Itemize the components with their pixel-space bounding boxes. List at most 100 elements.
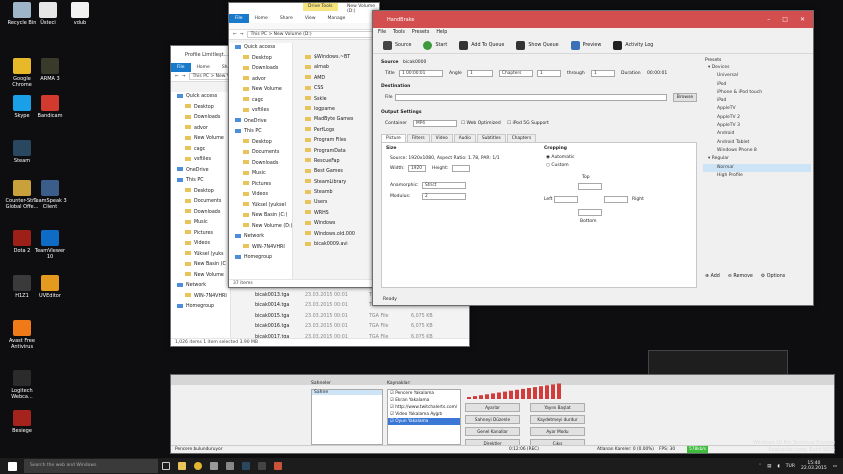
source-item[interactable]: ☑ http://www.twitchalerts.com/ <box>388 404 460 411</box>
nav-item[interactable]: advor <box>229 75 292 86</box>
preset-item[interactable]: iPad <box>703 97 811 105</box>
ribbon-tab-manage[interactable]: Manage <box>322 16 352 21</box>
nav-item[interactable]: New Volume <box>229 85 292 96</box>
forward-arrow-icon[interactable]: → <box>182 74 186 79</box>
desktop-icon[interactable]: vdub <box>62 2 98 26</box>
add-to-queue-button[interactable]: Add To Queue <box>459 40 504 50</box>
file-list-item[interactable]: $Windows.~BT <box>299 53 379 63</box>
destination-file-input[interactable] <box>395 94 667 101</box>
preset-item[interactable]: Android Tablet <box>703 139 811 147</box>
source-item[interactable]: ☑ Oyun Yakalama <box>388 418 460 425</box>
nav-item[interactable]: Quick access <box>229 43 292 54</box>
chapters-select[interactable]: Chapters <box>499 70 533 77</box>
desktop-icon[interactable]: Avast Free Antivirus <box>4 320 40 350</box>
maximize-icon[interactable]: □ <box>782 16 788 23</box>
nav-item[interactable]: Homegroup <box>171 302 230 313</box>
file-list-item[interactable]: Windows <box>299 219 379 229</box>
scene-item[interactable]: Sahne <box>312 390 382 395</box>
preset-item[interactable]: AppleTV <box>703 105 811 113</box>
nav-item[interactable]: Downloads <box>171 208 230 219</box>
tab-chapters[interactable]: Chapters <box>506 134 537 142</box>
preset-group[interactable]: ▾ Regular <box>703 155 811 163</box>
preset-item[interactable]: Windows Phone 8 <box>703 147 811 155</box>
crop-custom-radio[interactable]: ○ Custom <box>546 163 569 168</box>
options-button[interactable]: ⚙ Options <box>761 274 785 279</box>
file-list-item[interactable]: Users <box>299 198 379 208</box>
preset-item[interactable]: AppleTV 3 <box>703 122 811 130</box>
nav-item[interactable]: Yüksel (yuksel <box>229 201 292 212</box>
file-row[interactable]: bicak0015.tga 23.03.2015 00:01 TGA File 6,0… <box>249 312 469 322</box>
recorder-button[interactable]: Ayarlar <box>465 403 520 412</box>
file-list-item[interactable]: Best Games <box>299 167 379 177</box>
nav-item[interactable]: This PC <box>229 127 292 138</box>
drive-tools-tab[interactable]: Drive Tools <box>303 3 338 11</box>
menu-file[interactable]: File <box>378 30 386 35</box>
desktop-icon[interactable]: TeamViewer 10 <box>32 230 68 260</box>
handbrake-taskbar-icon[interactable] <box>270 458 286 474</box>
file-list-item[interactable]: PerfLogs <box>299 126 379 136</box>
crop-bottom-input[interactable] <box>578 209 602 216</box>
file-list-item[interactable]: CSS <box>299 84 379 94</box>
file-list-item[interactable]: Sskle <box>299 95 379 105</box>
nav-item[interactable]: This PC <box>171 176 230 187</box>
add-preset-button[interactable]: ⊕ Add <box>705 274 720 279</box>
back-arrow-icon[interactable]: ← <box>175 74 179 79</box>
file-list-item[interactable]: SteamLibrary <box>299 178 379 188</box>
file-list-item[interactable]: almab <box>299 63 379 73</box>
file-list-item[interactable]: Program Files <box>299 136 379 146</box>
preset-item[interactable]: Universal <box>703 72 811 80</box>
obs-taskbar-icon[interactable] <box>254 458 270 474</box>
nav-item[interactable]: advor <box>171 124 230 135</box>
ribbon-tab-file[interactable]: File <box>171 63 191 72</box>
nav-item[interactable]: New Basin (C:) <box>229 211 292 222</box>
preset-item[interactable]: AppleTV 2 <box>703 114 811 122</box>
remove-preset-button[interactable]: ⊖ Remove <box>728 274 753 279</box>
crop-left-input[interactable] <box>554 196 578 203</box>
nav-item[interactable]: cagc <box>171 145 230 156</box>
explorer-front-titlebar[interactable]: Drive Tools New Volume (D:) <box>229 3 379 14</box>
nav-item[interactable]: Videos <box>171 239 230 250</box>
nav-item[interactable]: Network <box>171 281 230 292</box>
start-button[interactable]: Start <box>423 40 447 50</box>
nav-item[interactable]: vsftiles <box>171 155 230 166</box>
tab-audio[interactable]: Audio <box>453 134 476 142</box>
file-list-item[interactable]: logpame <box>299 105 379 115</box>
file-list-item[interactable]: Steamb <box>299 188 379 198</box>
desktop-icon[interactable]: Üsteci <box>30 2 66 26</box>
file-list-item[interactable]: ProgramData <box>299 147 379 157</box>
file-list-item[interactable]: MadByte Games <box>299 115 379 125</box>
title-select[interactable]: 1 00:00:01 <box>399 70 443 77</box>
angle-select[interactable]: 1 <box>467 70 493 77</box>
web-optimized-checkbox[interactable]: ☐ Web Optimized <box>461 121 501 126</box>
tab-video[interactable]: Video <box>430 134 453 142</box>
nav-item[interactable]: OneDrive <box>171 166 230 177</box>
nav-item[interactable]: Homegroup <box>229 253 292 264</box>
menu-help[interactable]: Help <box>436 30 447 35</box>
nav-item[interactable]: New Volume <box>171 134 230 145</box>
nav-item[interactable]: New Basin (C <box>171 260 230 271</box>
sources-list[interactable]: ☑ Pencere Yakalama ☑ Ekran Yakalama ☑ http… <box>387 389 461 445</box>
recorder-button[interactable]: Sahneyi Düzenle <box>465 415 520 424</box>
menu-presets[interactable]: Presets <box>412 30 429 35</box>
close-icon[interactable]: ✕ <box>800 16 805 23</box>
nav-item[interactable]: Videos <box>229 190 292 201</box>
nav-item[interactable]: WIN-7N4VHRI <box>229 243 292 254</box>
desktop-icon[interactable]: UVEditor <box>32 275 68 299</box>
desktop-icon[interactable]: Bandicam <box>32 95 68 119</box>
nav-item[interactable]: Desktop <box>171 103 230 114</box>
nav-item[interactable]: New Volume <box>171 271 230 282</box>
recorder-button[interactable]: Kaydetmeyi durdur <box>530 415 585 424</box>
preset-item[interactable]: Normal <box>703 163 811 172</box>
start-button[interactable] <box>0 458 24 474</box>
tab-picture[interactable]: Picture <box>381 134 406 142</box>
nav-item[interactable]: Downloads <box>229 159 292 170</box>
ribbon-tab-home[interactable]: Home <box>249 16 274 21</box>
desktop-icon[interactable]: Logitech Webca... <box>4 370 40 400</box>
browse-button[interactable]: Browse <box>673 93 697 102</box>
desktop-icon[interactable]: Besiege <box>4 410 40 434</box>
nav-item[interactable]: WIN-7N4VHRI <box>171 292 230 303</box>
file-list-item[interactable]: RescueFap <box>299 157 379 167</box>
ribbon-tab-home[interactable]: Home <box>191 65 216 70</box>
nav-item[interactable]: Network <box>229 232 292 243</box>
preset-item[interactable]: High Profile <box>703 172 811 180</box>
